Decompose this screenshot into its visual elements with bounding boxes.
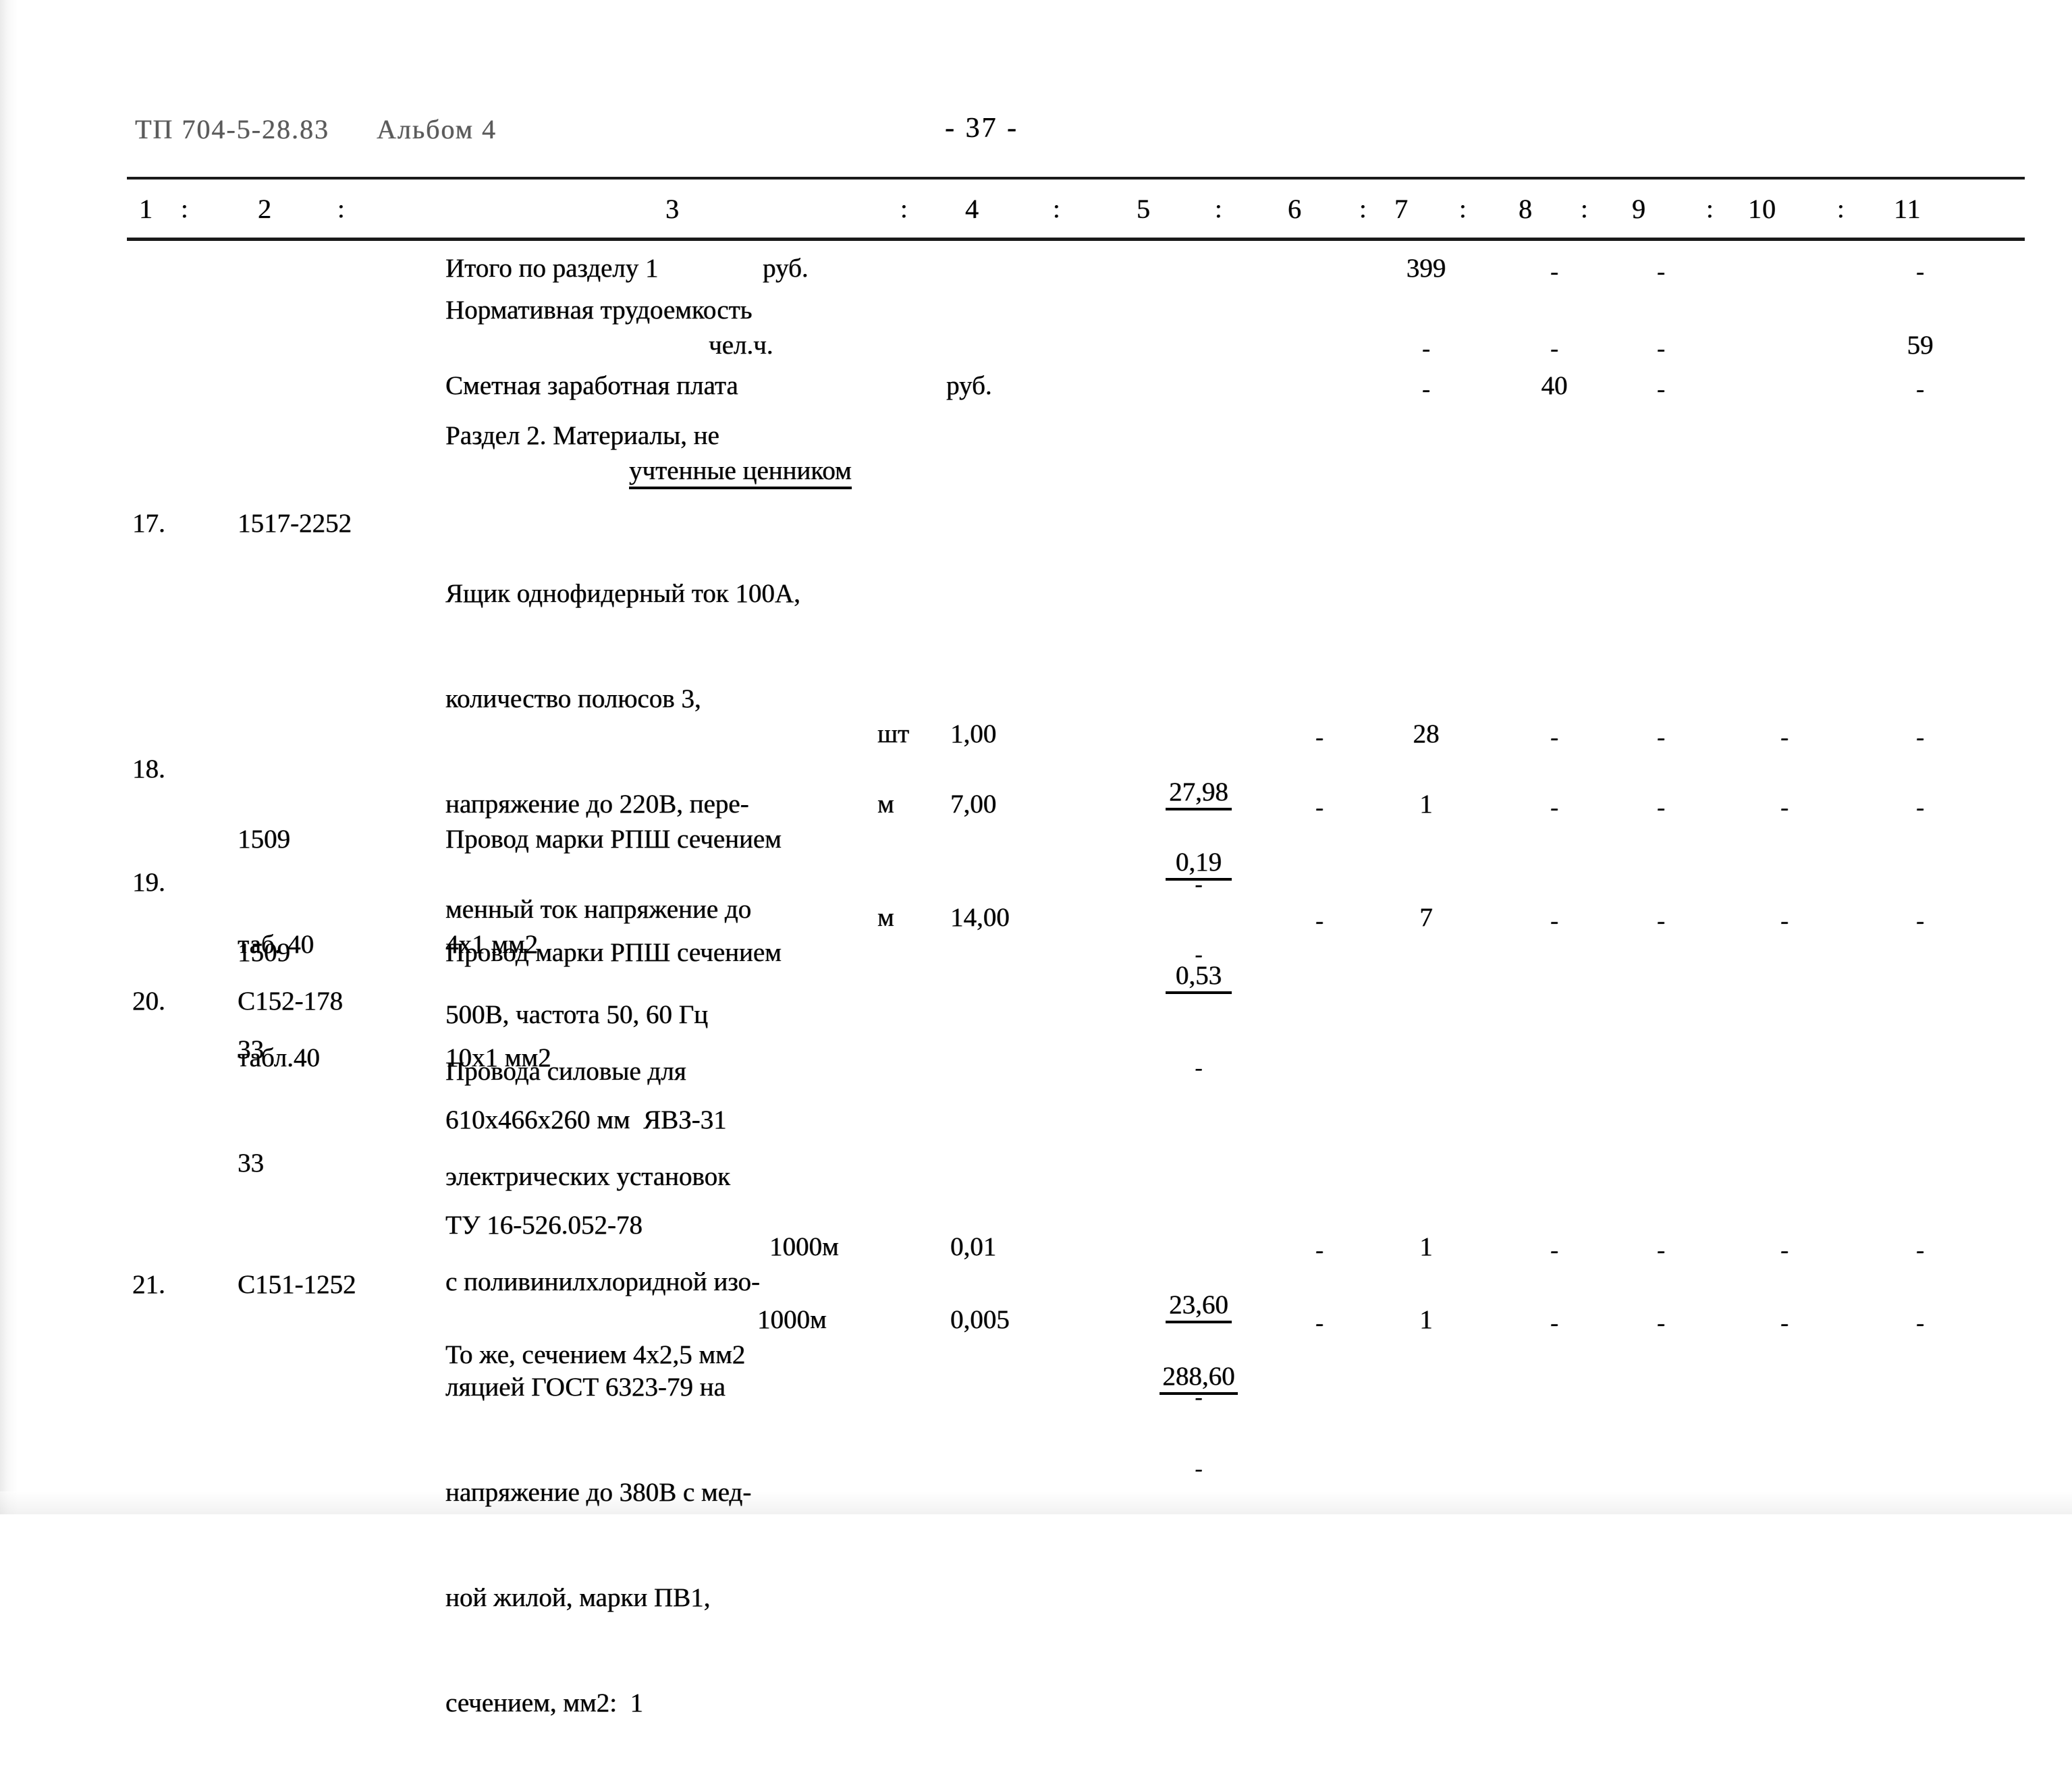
column-separator: :	[1359, 195, 1367, 223]
summary-value-col9: -	[1657, 258, 1665, 285]
row-value-col5: 288,60 -	[1101, 1267, 1243, 1581]
table-row: 20. С152-178 Провода силовые для электри…	[0, 929, 2072, 1717]
table-row: 17. 1517-2252 Ящик однофидерный ток 100А…	[0, 506, 2072, 1240]
fraction-denominator: -	[1195, 1456, 1203, 1481]
column-header-7: 7	[1394, 194, 1409, 224]
summary-description: Итого по разделу 1	[445, 254, 659, 283]
table-body: Итого по разделу 1 руб. 399 - - - Нормат…	[0, 251, 2072, 1717]
desc-line: сечением, мм2: 1	[445, 1688, 643, 1717]
row-number: 20.	[132, 987, 165, 1016]
summary-value-col7: -	[1422, 375, 1430, 402]
desc-line: напряжение до 380В с мед-	[445, 1478, 752, 1507]
column-separator: :	[1459, 195, 1467, 223]
column-separator: :	[1215, 195, 1222, 223]
document-code: ТП 704-5-28.83	[135, 114, 329, 144]
summary-value-col8: -	[1550, 258, 1558, 285]
row-number: 18.	[132, 754, 165, 783]
row-quantity: 0,005	[950, 1305, 1010, 1334]
section-heading: Раздел 2. Материалы, не учтенные ценнико…	[0, 418, 2072, 506]
section-title-underlined: учтенные ценником	[629, 456, 852, 489]
summary-value-col7: -	[1422, 335, 1430, 362]
summary-value-col9: -	[1657, 375, 1665, 402]
desc-line: То же, сечением 4х2,5 мм2	[445, 1340, 746, 1369]
summary-value-col8: 40	[1541, 371, 1568, 400]
row-value-col10: -	[1780, 1309, 1789, 1336]
row-number: 21.	[132, 1270, 165, 1299]
column-separator: :	[900, 195, 908, 223]
album-label: Альбом 4	[376, 114, 497, 144]
column-header-3: 3	[665, 194, 680, 224]
document-page: ТП 704-5-28.83 Альбом 4 - 37 - 1 : 2 : 3 …	[0, 0, 2072, 1717]
summary-unit: руб.	[763, 254, 809, 283]
page-number: - 37 -	[945, 113, 1018, 144]
row-code: С151-1252	[238, 1270, 356, 1299]
column-header-5: 5	[1137, 194, 1151, 224]
table-row: Итого по разделу 1 руб. 399 - - -	[0, 251, 2072, 293]
row-value-col7: 1	[1419, 1305, 1433, 1334]
column-separator: :	[1706, 195, 1714, 223]
column-header-11: 11	[1894, 194, 1921, 224]
row-number: 19.	[132, 868, 165, 897]
summary-unit: чел.ч.	[709, 331, 773, 360]
table-row: 19. 1509 табл.40 33 Провод марки РПШ сеч…	[0, 800, 2072, 1178]
column-header-10: 10	[1748, 194, 1776, 224]
row-code: С152-178	[238, 987, 343, 1016]
summary-value-col7: 399	[1406, 254, 1446, 283]
column-header-9: 9	[1632, 194, 1646, 224]
row-number: 17.	[132, 509, 165, 538]
section-title-line1: Раздел 2. Материалы, не	[445, 421, 719, 450]
summary-value-col9: -	[1657, 335, 1665, 362]
fraction-numerator: 288,60	[1160, 1362, 1238, 1395]
row-description: То же, сечением 4х2,5 мм2	[445, 1267, 985, 1443]
column-separator: :	[337, 195, 345, 223]
desc-line: ной жилой, марки ПВ1,	[445, 1583, 711, 1612]
table-row: 21. С151-1252 То же, сечением 4х2,5 мм2 …	[0, 1124, 2072, 1481]
summary-value-col11: 59	[1907, 331, 1934, 360]
fraction: 288,60 -	[1160, 1302, 1238, 1543]
document-header: ТП 704-5-28.83 Альбом 4	[135, 113, 497, 145]
summary-value-col8: -	[1550, 335, 1558, 362]
column-header-4: 4	[965, 194, 979, 224]
column-header-6: 6	[1288, 194, 1302, 224]
column-separator: :	[1581, 195, 1588, 223]
summary-value-col11: -	[1916, 375, 1924, 402]
row-value-col11: -	[1916, 1309, 1924, 1336]
table-rule-bottom	[127, 238, 2025, 241]
column-separator: :	[181, 195, 188, 223]
summary-description: Сметная заработная плата	[445, 371, 738, 400]
row-value-col8: -	[1550, 1309, 1558, 1336]
table-row: Нормативная трудоемкость чел.ч. - - - 59	[0, 293, 2072, 368]
scan-edge-bottom	[0, 1491, 2072, 1514]
column-header-8: 8	[1519, 194, 1533, 224]
table-row: Сметная заработная плата руб. - 40 - -	[0, 368, 2072, 418]
table-row: 18. 1509 таб. 40 33 Провод марки РПШ сеч…	[0, 679, 2072, 1064]
row-unit: 1000м	[757, 1305, 827, 1334]
desc-line: Провода силовые для	[445, 1057, 686, 1086]
section-title-line2: учтенные ценником	[629, 453, 852, 489]
column-separator: :	[1053, 195, 1060, 223]
column-separator: :	[1837, 195, 1845, 223]
row-code: 1517-2252	[238, 509, 352, 538]
desc-line: Ящик однофидерный ток 100А,	[445, 579, 800, 608]
column-header-1: 1	[139, 194, 153, 224]
column-header-2: 2	[258, 194, 272, 224]
summary-description: Нормативная трудоемкость	[445, 296, 753, 325]
row-value-col9: -	[1657, 1309, 1665, 1336]
table-rule-top	[127, 177, 2025, 180]
summary-value-col11: -	[1916, 258, 1924, 285]
summary-unit: руб.	[946, 371, 992, 400]
row-value-col6: -	[1315, 1309, 1324, 1336]
